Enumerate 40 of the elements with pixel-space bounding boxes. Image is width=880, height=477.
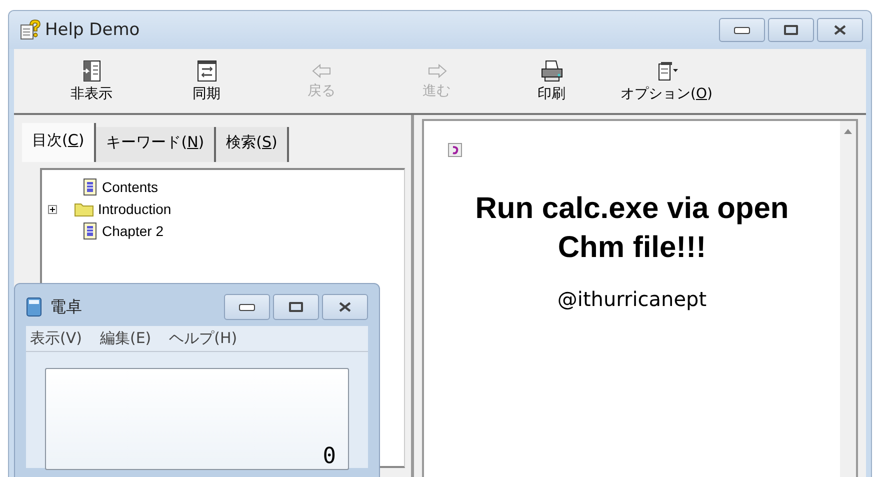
tree-item[interactable]: Introduction [98,201,172,217]
return-icon[interactable] [448,143,462,157]
minimize-button[interactable] [719,18,765,42]
close-icon [338,302,352,312]
tab[interactable]: 目次(C) [22,123,96,162]
minimize-button[interactable] [224,294,270,320]
folder-icon [74,201,94,217]
tab[interactable]: キーワード(N) [96,127,216,162]
close-button[interactable] [817,18,863,42]
expand-icon[interactable] [48,204,60,214]
forward-arrow-icon [426,62,448,80]
tab[interactable]: 検索(S) [216,127,290,162]
scrollbar[interactable] [840,121,856,477]
back-arrow-icon [310,62,332,80]
page-icon [82,178,98,196]
scroll-up-icon [844,129,852,134]
sync-icon [194,59,218,83]
toolbar-button[interactable]: 印刷 [494,49,609,113]
toolbar-button[interactable]: 非表示 [34,49,149,113]
toolbar-button[interactable]: 同期 [149,49,264,113]
maximize-button[interactable] [768,18,814,42]
tree-item[interactable]: Contents [102,179,158,195]
window-title: 電卓 [50,296,82,318]
toolbar-button[interactable]: オプション(O) [609,49,724,113]
pane-icon [80,59,104,83]
menu-item[interactable]: 表示(V) [30,329,82,348]
menu-item[interactable]: 編集(E) [100,329,152,348]
menu-item[interactable]: ヘルプ(H) [169,329,238,348]
window-title: Help Demo [45,20,140,40]
printer-icon [538,59,564,83]
close-icon [833,25,847,35]
calculator-icon [26,297,42,317]
tree-item[interactable]: Chapter 2 [102,223,164,239]
close-button[interactable] [322,294,368,320]
author-handle: @ithurricanept [556,287,708,311]
display-value: 0 [322,444,336,469]
maximize-button[interactable] [273,294,319,320]
page-heading: Run calc.exe via open Chm file!!! [474,191,790,266]
help-icon [19,19,41,41]
page-icon [82,222,98,240]
